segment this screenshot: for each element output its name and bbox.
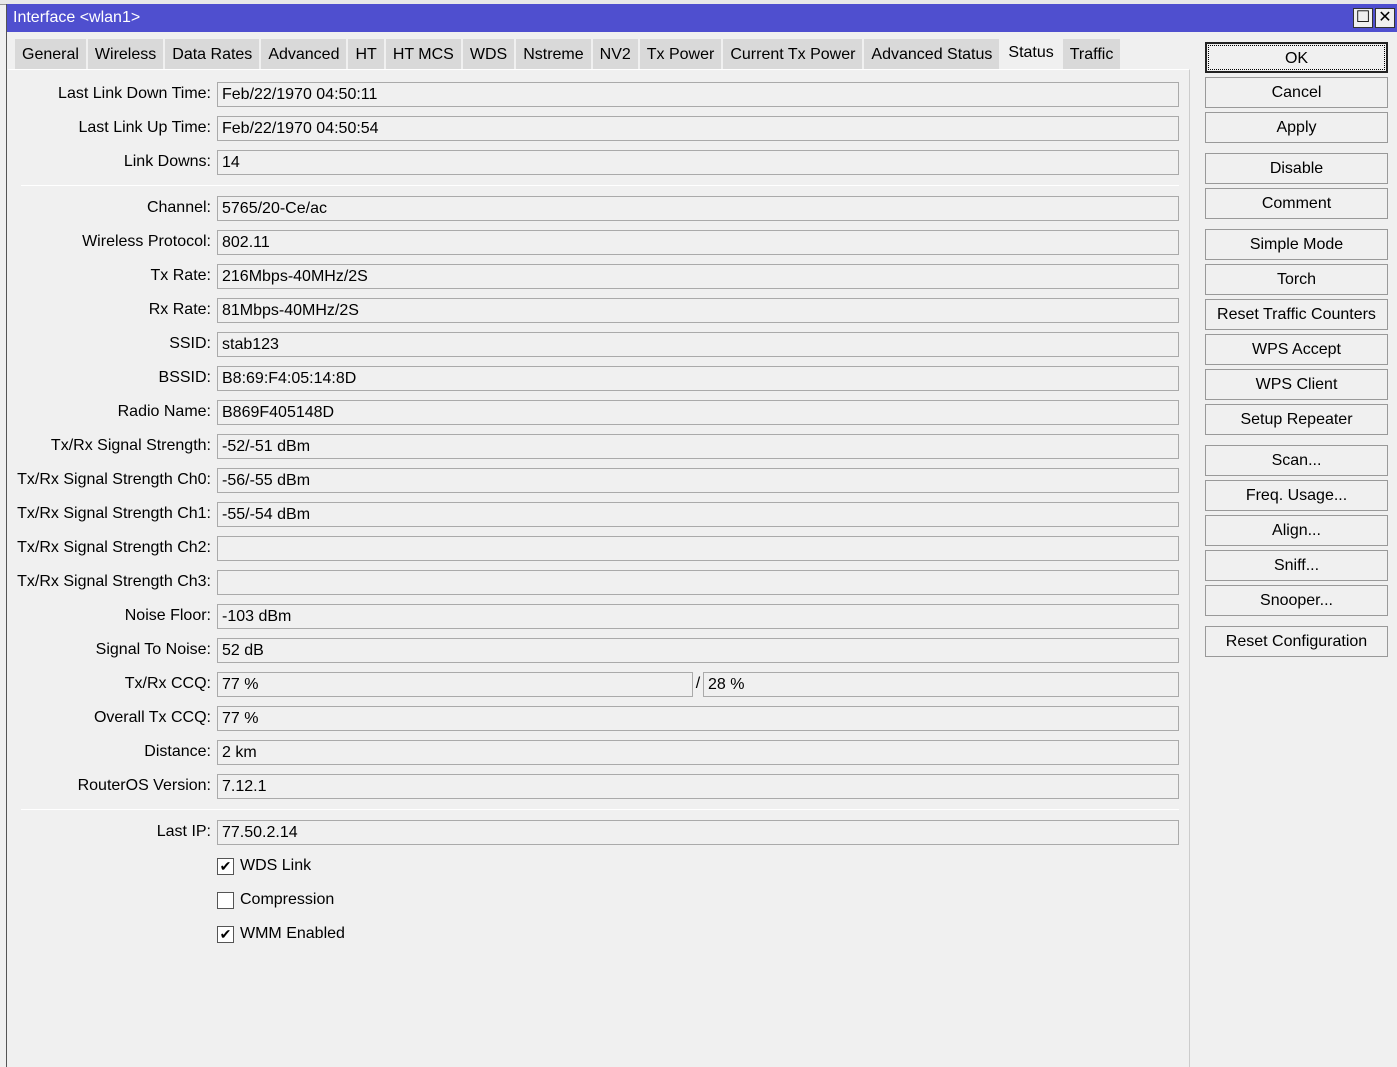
tab-wireless[interactable]: Wireless: [87, 39, 166, 70]
checkbox-wmm-enabled[interactable]: ✔ WMM Enabled: [217, 924, 345, 944]
tab-nv2[interactable]: NV2: [592, 39, 640, 70]
field-label: Tx/Rx Signal Strength Ch1:: [17, 505, 211, 522]
checkbox-label: Compression: [240, 891, 335, 908]
field-label: Tx/Rx Signal Strength:: [50, 437, 211, 454]
window-title: Interface <wlan1>: [13, 9, 141, 26]
checkbox-box[interactable]: ✔: [217, 857, 234, 875]
field-value[interactable]: B869F405148D: [217, 400, 1179, 425]
field-value[interactable]: -103 dBm: [217, 604, 1179, 629]
tab-nstreme[interactable]: Nstreme: [516, 39, 593, 70]
separator: [21, 185, 1179, 186]
field-label: Wireless Protocol:: [82, 233, 211, 250]
field-value[interactable]: -52/-51 dBm: [217, 434, 1179, 459]
wps-client-button[interactable]: WPS Client: [1205, 369, 1388, 400]
checkbox-wds-link[interactable]: ✔ WDS Link: [217, 856, 311, 876]
tab-ht[interactable]: HT: [348, 39, 386, 70]
field-label: RouterOS Version:: [77, 777, 211, 794]
freq-usage-button[interactable]: Freq. Usage...: [1205, 480, 1388, 511]
field-label: Tx/Rx Signal Strength Ch0:: [17, 471, 211, 488]
interface-window: Interface <wlan1> ☐ ✕ General Wireless Dat…: [6, 4, 1397, 1067]
reset-configuration-button[interactable]: Reset Configuration: [1205, 626, 1388, 657]
setup-repeater-button[interactable]: Setup Repeater: [1205, 404, 1388, 435]
field-value[interactable]: Feb/22/1970 04:50:11: [217, 82, 1179, 107]
field-value[interactable]: Feb/22/1970 04:50:54: [217, 116, 1179, 141]
disable-button[interactable]: Disable: [1205, 153, 1388, 184]
field-label: Channel:: [146, 199, 211, 216]
field-value[interactable]: 2 km: [217, 740, 1179, 765]
field-label: BSSID:: [158, 369, 211, 386]
tab-advanced[interactable]: Advanced: [261, 39, 349, 70]
field-label: Tx/Rx CCQ:: [124, 675, 211, 692]
wps-accept-button[interactable]: WPS Accept: [1205, 334, 1388, 365]
ok-button[interactable]: OK: [1205, 42, 1388, 73]
field-label: Tx/Rx Signal Strength Ch3:: [17, 573, 211, 590]
field-value-rx[interactable]: 28 %: [703, 672, 1179, 697]
checkbox-box[interactable]: ✔: [217, 925, 234, 943]
field-value[interactable]: -56/-55 dBm: [217, 468, 1179, 493]
field-label: Last Link Down Time:: [58, 85, 211, 102]
maximize-icon[interactable]: ☐: [1353, 8, 1373, 28]
field-value[interactable]: [217, 570, 1179, 595]
sniff-button[interactable]: Sniff...: [1205, 550, 1388, 581]
field-label: Noise Floor:: [124, 607, 211, 624]
tab-status[interactable]: Status: [1001, 36, 1063, 69]
close-icon[interactable]: ✕: [1375, 8, 1395, 28]
comment-button[interactable]: Comment: [1205, 188, 1388, 219]
field-value[interactable]: 77.50.2.14: [217, 820, 1179, 845]
field-value[interactable]: 14: [217, 150, 1179, 175]
scan-button[interactable]: Scan...: [1205, 445, 1388, 476]
field-value[interactable]: B8:69:F4:05:14:8D: [217, 366, 1179, 391]
checkbox-label: WMM Enabled: [240, 925, 345, 942]
tab-wds[interactable]: WDS: [462, 39, 517, 70]
title-bar[interactable]: Interface <wlan1> ☐ ✕: [7, 4, 1397, 32]
field-value[interactable]: 802.11: [217, 230, 1179, 255]
field-value[interactable]: 52 dB: [217, 638, 1179, 663]
field-value[interactable]: [217, 536, 1179, 561]
checkbox-box[interactable]: [217, 891, 234, 909]
field-value[interactable]: stab123: [217, 332, 1179, 357]
tab-ht-mcs[interactable]: HT MCS: [385, 39, 463, 70]
tab-current-tx-power[interactable]: Current Tx Power: [723, 39, 865, 70]
field-label: SSID:: [169, 335, 211, 352]
tab-traffic[interactable]: Traffic: [1062, 39, 1123, 70]
field-label: Link Downs:: [123, 153, 211, 170]
align-button[interactable]: Align...: [1205, 515, 1388, 546]
tab-advanced-status[interactable]: Advanced Status: [864, 39, 1002, 70]
field-label: Last Link Up Time:: [78, 119, 212, 136]
field-value[interactable]: 77 %: [217, 672, 693, 697]
torch-button[interactable]: Torch: [1205, 264, 1388, 295]
field-label: Signal To Noise:: [95, 641, 211, 658]
field-value[interactable]: -55/-54 dBm: [217, 502, 1179, 527]
status-panel: Last Link Down Time: Feb/22/1970 04:50:11…: [8, 69, 1190, 1067]
tab-data-rates[interactable]: Data Rates: [165, 39, 262, 70]
reset-traffic-counters-button[interactable]: Reset Traffic Counters: [1205, 299, 1388, 330]
tab-bar: General Wireless Data Rates Advanced HT HT MC…: [15, 36, 1123, 70]
checkbox-label: WDS Link: [240, 857, 312, 874]
field-value[interactable]: 81Mbps-40MHz/2S: [217, 298, 1179, 323]
simple-mode-button[interactable]: Simple Mode: [1205, 229, 1388, 260]
field-value[interactable]: 216Mbps-40MHz/2S: [217, 264, 1179, 289]
snooper-button[interactable]: Snooper...: [1205, 585, 1388, 616]
cancel-button[interactable]: Cancel: [1205, 77, 1388, 108]
tab-tx-power[interactable]: Tx Power: [639, 39, 724, 70]
field-label: Last IP:: [156, 823, 211, 840]
field-value[interactable]: 7.12.1: [217, 774, 1179, 799]
field-value[interactable]: 5765/20-Ce/ac: [217, 196, 1179, 221]
field-label: Radio Name:: [117, 403, 211, 420]
separator: [21, 809, 1179, 810]
checkbox-compression[interactable]: Compression: [217, 890, 334, 910]
ccq-separator: /: [695, 675, 701, 692]
tab-general[interactable]: General: [15, 39, 88, 70]
field-value[interactable]: 77 %: [217, 706, 1179, 731]
field-label: Overall Tx CCQ:: [93, 709, 211, 726]
field-label: Tx/Rx Signal Strength Ch2:: [17, 539, 211, 556]
field-label: Tx Rate:: [150, 267, 211, 284]
apply-button[interactable]: Apply: [1205, 112, 1388, 143]
field-label: Rx Rate:: [148, 301, 211, 318]
field-label: Distance:: [144, 743, 211, 760]
